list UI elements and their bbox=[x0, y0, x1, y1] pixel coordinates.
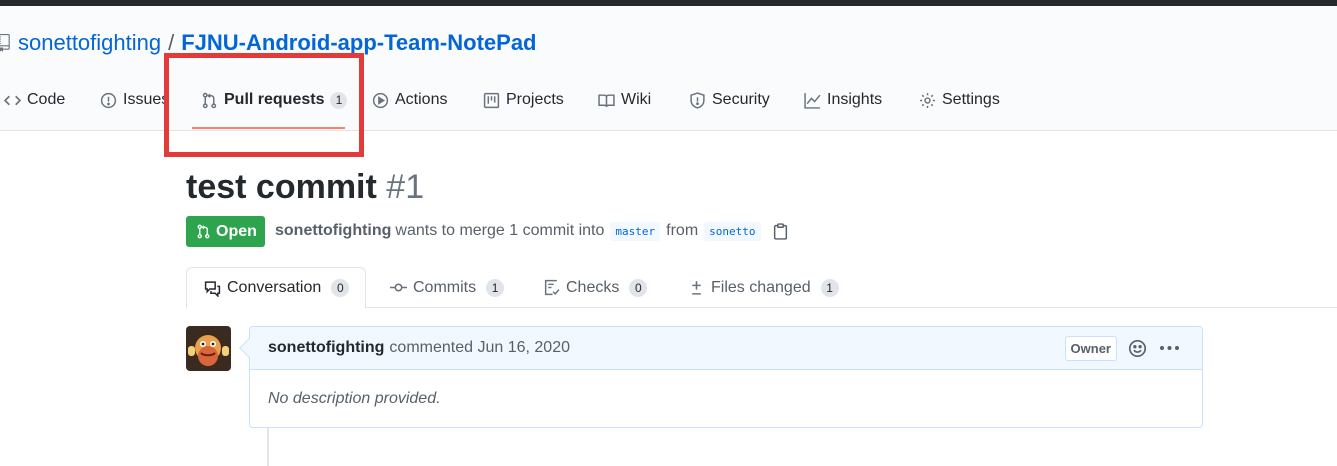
nav-actions[interactable]: Actions bbox=[372, 82, 447, 118]
timeline-line bbox=[267, 428, 269, 466]
nav-issues[interactable]: Issues bbox=[100, 82, 169, 118]
nav-security-label: Security bbox=[712, 91, 770, 108]
git-commit-icon bbox=[390, 283, 407, 292]
tab-conversation[interactable]: Conversation 0 bbox=[186, 267, 366, 309]
base-branch[interactable]: master bbox=[610, 221, 661, 241]
tab-files-changed-label: Files changed bbox=[711, 278, 811, 296]
nav-code[interactable]: Code bbox=[4, 82, 65, 118]
graph-icon bbox=[804, 92, 821, 109]
page-title: test commit #1 bbox=[186, 168, 424, 207]
status-label: Open bbox=[216, 222, 257, 240]
comment-header: sonettofighting commented Jun 16, 2020 O… bbox=[250, 327, 1202, 370]
status-badge: Open bbox=[186, 216, 265, 247]
avatar[interactable] bbox=[186, 326, 231, 371]
checklist-icon bbox=[544, 279, 560, 296]
annotation-highlight-box bbox=[164, 53, 364, 157]
shield-icon bbox=[690, 91, 705, 109]
repo-owner-link[interactable]: sonettofighting bbox=[18, 30, 161, 56]
files-changed-count: 1 bbox=[820, 278, 839, 297]
play-icon bbox=[372, 92, 389, 108]
nav-security[interactable]: Security bbox=[689, 82, 770, 118]
nav-settings-label: Settings bbox=[942, 91, 1000, 108]
nav-projects[interactable]: Projects bbox=[483, 82, 564, 118]
tab-files-changed[interactable]: Files changed 1 bbox=[688, 267, 839, 308]
conversation-count: 0 bbox=[331, 279, 350, 297]
tab-commits-label: Commits bbox=[413, 278, 477, 296]
smiley-icon[interactable] bbox=[1128, 339, 1147, 358]
nav-insights-label: Insights bbox=[827, 91, 883, 108]
book-icon bbox=[598, 93, 615, 107]
nav-projects-label: Projects bbox=[506, 91, 564, 108]
comment-box: sonettofighting commented Jun 16, 2020 O… bbox=[239, 326, 1203, 428]
kebab-horizontal-icon[interactable] bbox=[1159, 345, 1180, 351]
git-pull-request-icon bbox=[197, 224, 210, 239]
issue-opened-icon bbox=[100, 92, 117, 108]
comment-body: No description provided. bbox=[268, 390, 441, 407]
checks-count: 0 bbox=[629, 278, 648, 297]
nav-issues-label: Issues bbox=[123, 91, 170, 108]
comment-discussion-icon bbox=[204, 280, 221, 297]
nav-insights[interactable]: Insights bbox=[804, 82, 882, 118]
tab-checks-label: Checks bbox=[566, 278, 620, 296]
nav-code-label: Code bbox=[27, 91, 66, 108]
comment-author-link[interactable]: sonettofighting bbox=[268, 339, 384, 357]
merge-text: wants to merge 1 commit into bbox=[395, 222, 605, 239]
comment-action-text: commented Jun 16, 2020 bbox=[389, 339, 570, 356]
pr-title-text: test commit bbox=[186, 168, 377, 206]
gear-icon bbox=[920, 92, 935, 108]
project-icon bbox=[483, 92, 500, 108]
repo-icon bbox=[0, 34, 10, 52]
tab-checks[interactable]: Checks 0 bbox=[543, 267, 648, 308]
pr-number: #1 bbox=[386, 168, 425, 206]
pr-meta: sonettofighting wants to merge 1 commit … bbox=[275, 218, 788, 244]
tab-commits[interactable]: Commits 1 bbox=[390, 267, 505, 308]
nav-actions-label: Actions bbox=[395, 91, 448, 108]
nav-wiki[interactable]: Wiki bbox=[598, 82, 651, 118]
nav-settings[interactable]: Settings bbox=[919, 82, 1000, 118]
tab-conversation-label: Conversation bbox=[227, 279, 322, 296]
pr-tabs: Conversation 0 Commits 1 Checks 0 Files … bbox=[186, 267, 1337, 309]
commits-count: 1 bbox=[486, 278, 505, 297]
head-branch[interactable]: sonetto bbox=[704, 221, 761, 241]
code-icon bbox=[4, 95, 21, 105]
pr-author-link[interactable]: sonettofighting bbox=[275, 222, 391, 240]
from-text: from bbox=[666, 222, 699, 239]
diff-icon bbox=[692, 281, 701, 295]
clipboard-icon[interactable] bbox=[773, 222, 788, 240]
nav-wiki-label: Wiki bbox=[621, 91, 652, 108]
owner-badge: Owner bbox=[1064, 336, 1117, 361]
